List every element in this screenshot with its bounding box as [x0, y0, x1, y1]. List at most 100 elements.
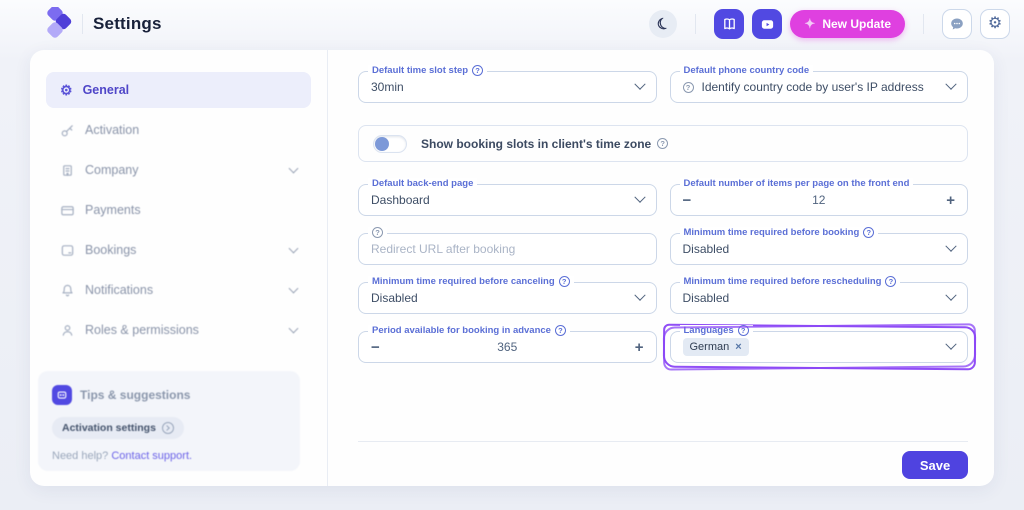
header-separator: [82, 14, 83, 34]
sidebar-item-label: Company: [85, 163, 139, 177]
settings-card: ⚙ General Activation Company Payments Bo…: [30, 50, 994, 486]
chevron-down-icon: [288, 243, 299, 254]
help-icon: ?: [682, 81, 694, 93]
chat-icon: [951, 18, 963, 30]
sidebar-item-activation[interactable]: Activation: [46, 112, 311, 148]
building-icon: [63, 164, 72, 176]
sidebar-item-label: Payments: [85, 203, 141, 217]
chevron-down-icon: [633, 289, 646, 301]
sidebar-item-label: Bookings: [85, 243, 137, 257]
video-tutorials-button[interactable]: [752, 9, 783, 39]
app-logo: [47, 7, 72, 38]
plus-button[interactable]: +: [635, 340, 644, 355]
person-icon: [62, 324, 73, 336]
app-header: Settings ☾ ✦ New Update ⚙: [0, 0, 1024, 48]
remove-language-icon[interactable]: ×: [735, 341, 741, 353]
new-update-button[interactable]: ✦ New Update: [790, 10, 905, 38]
documentation-button[interactable]: [714, 9, 745, 39]
help-icon: ?: [558, 276, 570, 287]
toggle-label-text: Show booking slots in client's time zone: [421, 136, 652, 151]
redirect-url-field[interactable]: ?: [358, 227, 657, 265]
sidebar-item-label: Activation: [85, 123, 140, 137]
help-icon: ?: [737, 325, 749, 336]
language-tag: German ×: [682, 338, 749, 356]
field-label: Minimum time required before booking: [683, 227, 860, 238]
sidebar-item-label: Roles & permissions: [85, 323, 199, 337]
page-title: Settings: [93, 14, 162, 33]
chevron-down-icon: [633, 191, 646, 203]
default-backend-page-select[interactable]: Default back-end page Dashboard: [358, 178, 657, 216]
chevron-down-icon: [633, 78, 646, 90]
sidebar-item-bookings[interactable]: Bookings: [46, 232, 311, 268]
help-icon: ?: [657, 138, 669, 149]
help-icon: ?: [885, 276, 897, 287]
sidebar-item-payments[interactable]: Payments: [46, 192, 311, 228]
book-icon: [724, 17, 735, 29]
sidebar-item-notifications[interactable]: Notifications: [46, 272, 311, 308]
chevron-down-icon: [288, 283, 299, 294]
field-label: Period available for booking in advance: [372, 325, 551, 336]
field-value: Dashboard: [371, 193, 430, 207]
star-icon: ✦: [804, 16, 816, 31]
settings-sidebar: ⚙ General Activation Company Payments Bo…: [30, 50, 327, 486]
chevron-down-icon: [945, 289, 957, 301]
gear-icon: ⚙: [987, 15, 1003, 32]
field-label: Default phone country code: [683, 65, 810, 76]
activation-settings-badge[interactable]: Activation settings: [52, 417, 184, 439]
languages-select[interactable]: Languages? German ×: [669, 325, 968, 363]
field-value: Disabled: [682, 242, 730, 256]
video-icon: [761, 19, 774, 29]
need-help-text: Need help?: [52, 450, 109, 462]
field-value: Disabled: [682, 291, 730, 305]
general-settings-form: Default time slot step? 30min Default ph…: [327, 50, 994, 486]
timezone-toggle[interactable]: [373, 134, 407, 153]
minus-button[interactable]: −: [371, 340, 380, 355]
tips-panel: Tips & suggestions Activation settings N…: [38, 371, 300, 471]
min-time-before-booking-select[interactable]: Minimum time required before booking? Di…: [669, 227, 968, 265]
support-chat-button[interactable]: [942, 9, 972, 39]
sidebar-item-label: Notifications: [85, 283, 154, 297]
footer-divider: [358, 441, 968, 442]
chevron-down-icon: [288, 323, 299, 334]
save-button[interactable]: Save: [902, 451, 968, 479]
gear-icon: ⚙: [60, 82, 73, 98]
sidebar-item-roles-permissions[interactable]: Roles & permissions: [46, 312, 311, 348]
moon-icon: ☾: [654, 13, 673, 35]
field-value: Identify country code by user's IP addre…: [701, 80, 924, 94]
contact-support-link[interactable]: Contact support.: [111, 450, 192, 462]
chevron-down-icon: [945, 78, 957, 90]
header-separator: [923, 14, 924, 34]
field-label: Default number of items per page on the …: [683, 178, 910, 189]
sidebar-item-company[interactable]: Company: [46, 152, 311, 188]
field-label: Default time slot step: [372, 65, 469, 76]
bell-icon: [62, 284, 73, 296]
chevron-right-icon: [161, 422, 174, 434]
quick-settings-button[interactable]: ⚙: [980, 9, 1010, 39]
field-label: Minimum time required before reschedulin…: [683, 276, 882, 287]
field-label: Languages: [683, 325, 734, 336]
items-per-page-stepper: Default number of items per page on the …: [669, 178, 968, 216]
key-icon: [61, 124, 73, 136]
minus-button[interactable]: −: [683, 193, 692, 208]
help-icon: ?: [372, 227, 383, 238]
default-phone-country-code-select[interactable]: Default phone country code ? Identify co…: [669, 65, 968, 103]
chevron-down-icon: [288, 163, 299, 174]
field-value: 30min: [371, 80, 404, 94]
toggle-knob: [375, 136, 389, 151]
activation-settings-label: Activation settings: [62, 422, 156, 434]
min-time-before-canceling-select[interactable]: Minimum time required before canceling? …: [358, 276, 657, 314]
field-label: Minimum time required before canceling: [372, 276, 555, 287]
help-icon: ?: [472, 65, 484, 76]
chevron-down-icon: [945, 240, 957, 252]
plus-button[interactable]: +: [946, 193, 955, 208]
booking-advance-stepper: Period available for booking in advance?…: [358, 325, 657, 363]
default-time-slot-step-select[interactable]: Default time slot step? 30min: [358, 65, 657, 103]
redirect-url-input[interactable]: [371, 242, 644, 256]
min-time-before-rescheduling-select[interactable]: Minimum time required before reschedulin…: [669, 276, 968, 314]
dark-mode-button[interactable]: ☾: [649, 10, 678, 38]
calendar-icon: [61, 244, 74, 256]
tips-icon: [52, 385, 72, 405]
sidebar-item-general[interactable]: ⚙ General: [46, 72, 311, 108]
help-icon: ?: [554, 325, 566, 336]
help-icon: ?: [863, 227, 875, 238]
